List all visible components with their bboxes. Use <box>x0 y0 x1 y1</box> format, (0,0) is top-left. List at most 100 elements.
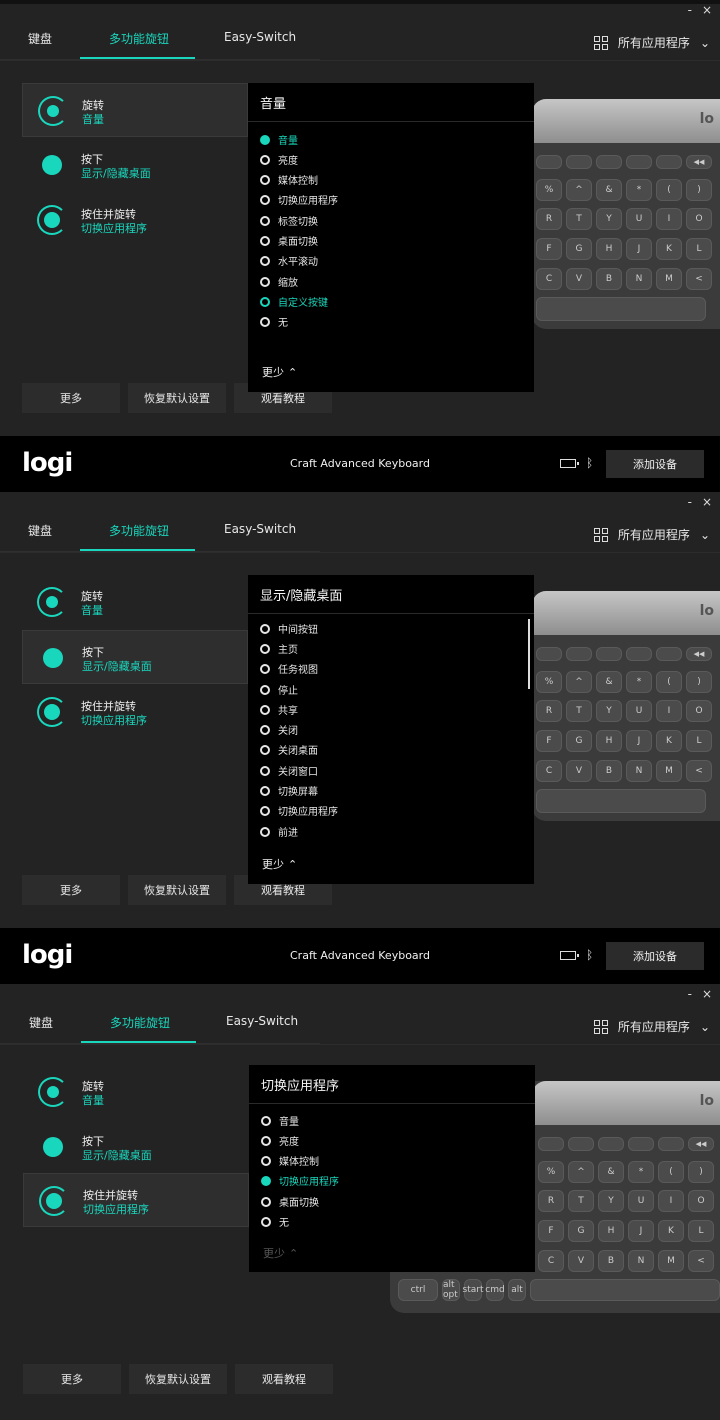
key-alt: alt <box>508 1279 526 1301</box>
key-row-fn: ◀◀ <box>536 155 712 169</box>
reset-defaults-button[interactable]: 恢复默认设置 <box>128 875 226 905</box>
close-button[interactable]: × <box>702 495 712 509</box>
add-device-button[interactable]: 添加设备 <box>606 450 704 478</box>
option-middle-button[interactable]: 中间按钮 <box>260 621 318 636</box>
option-media-control[interactable]: 媒体控制 <box>261 1153 319 1168</box>
option-switch-apps[interactable]: 切换应用程序 <box>260 803 338 818</box>
key-ctrl: ctrl <box>398 1279 438 1301</box>
option-close-desktop[interactable]: 关闭桌面 <box>260 742 318 757</box>
option-home[interactable]: 主页 <box>260 641 298 656</box>
key: C <box>536 268 562 290</box>
tab-keyboard[interactable]: 键盘 <box>28 30 52 47</box>
option-brightness[interactable]: 亮度 <box>261 1133 299 1148</box>
option-tab-switch[interactable]: 标签切换 <box>260 213 318 228</box>
option-label: 水平滚动 <box>278 257 318 268</box>
watch-tutorial-button[interactable]: 观看教程 <box>235 1364 333 1394</box>
tab-easy-switch[interactable]: Easy-Switch <box>224 522 296 536</box>
function-press-and-rotate[interactable]: 按住并旋转 切换应用程序 <box>23 1173 249 1227</box>
more-button[interactable]: 更多 <box>22 875 120 905</box>
option-share[interactable]: 共享 <box>260 702 298 717</box>
option-label: 桌面切换 <box>278 237 318 248</box>
key-start: start <box>463 1279 483 1301</box>
option-label: 共享 <box>278 706 298 717</box>
window-controls: - × <box>688 495 712 509</box>
option-stop[interactable]: 停止 <box>260 682 298 697</box>
option-none[interactable]: 无 <box>261 1214 289 1229</box>
radio-icon <box>261 1135 271 1146</box>
option-zoom[interactable]: 缩放 <box>260 274 298 289</box>
tab-easy-switch[interactable]: Easy-Switch <box>226 1014 298 1028</box>
key-row-top: RTYUIO <box>536 700 712 722</box>
minimize-button[interactable]: - <box>688 495 692 509</box>
app-selector[interactable]: 所有应用程序 ⌄ <box>593 1018 710 1035</box>
app-selector-label: 所有应用程序 <box>617 36 690 50</box>
function-rotate[interactable]: 旋转 音量 <box>22 575 248 629</box>
action-dropdown: 音量 音量 亮度 媒体控制 切换应用程序 标签切换 桌面切换 水平滚动 缩放 自… <box>248 83 534 392</box>
keyboard-top-bezel: lo <box>532 591 720 635</box>
option-custom-keystroke[interactable]: 自定义按键 <box>260 294 328 309</box>
key: Y <box>596 208 622 230</box>
option-forward[interactable]: 前进 <box>260 824 298 839</box>
add-device-button[interactable]: 添加设备 <box>606 942 704 970</box>
function-press[interactable]: 按下 显示/隐藏桌面 <box>22 138 248 192</box>
tab-keyboard[interactable]: 键盘 <box>28 522 52 539</box>
press-dial-icon <box>43 648 63 668</box>
tab-easy-switch[interactable]: Easy-Switch <box>224 30 296 44</box>
key: * <box>628 1161 654 1183</box>
function-press[interactable]: 按下 显示/隐藏桌面 <box>23 1120 249 1174</box>
option-volume[interactable]: 音量 <box>260 132 298 147</box>
minimize-button[interactable]: - <box>688 987 692 1001</box>
option-media-control[interactable]: 媒体控制 <box>260 172 318 187</box>
tab-multifunction-dial[interactable]: 多功能旋钮 <box>109 522 169 539</box>
minimize-button[interactable]: - <box>688 3 692 17</box>
tab-multifunction-dial[interactable]: 多功能旋钮 <box>110 1014 170 1031</box>
option-close[interactable]: 关闭 <box>260 722 298 737</box>
function-press[interactable]: 按下 显示/隐藏桌面 <box>22 630 248 684</box>
option-brightness[interactable]: 亮度 <box>260 152 298 167</box>
tab-multifunction-dial[interactable]: 多功能旋钮 <box>109 30 169 47</box>
option-none[interactable]: 无 <box>260 314 288 329</box>
option-label: 亮度 <box>278 156 298 167</box>
keyboard-logo: lo <box>699 603 714 619</box>
reset-defaults-button[interactable]: 恢复默认设置 <box>128 383 226 413</box>
function-rotate[interactable]: 旋转 音量 <box>23 1065 249 1119</box>
action-dropdown: 显示/隐藏桌面 中间按钮 主页 任务视图 停止 共享 关闭 关闭桌面 关闭窗口 … <box>248 575 534 884</box>
options-panel-2: - × 键盘 多功能旋钮 Easy-Switch 所有应用程序 ⌄ 旋转 音量 … <box>0 492 720 928</box>
radio-icon <box>260 684 270 695</box>
key: F <box>536 730 562 752</box>
key-row-top: RTYUIO <box>536 208 712 230</box>
key-row-fn: ◀◀ <box>536 647 712 661</box>
more-button[interactable]: 更多 <box>22 383 120 413</box>
option-volume[interactable]: 音量 <box>261 1113 299 1128</box>
tab-keyboard[interactable]: 键盘 <box>29 1014 53 1031</box>
option-switch-screen[interactable]: 切换屏幕 <box>260 783 318 798</box>
function-value: 切换应用程序 <box>81 714 147 727</box>
key: ) <box>688 1161 714 1183</box>
option-horizontal-scroll[interactable]: 水平滚动 <box>260 253 318 268</box>
reset-defaults-button[interactable]: 恢复默认设置 <box>129 1364 227 1394</box>
option-close-window[interactable]: 关闭窗口 <box>260 763 318 778</box>
key: F <box>536 238 562 260</box>
option-switch-apps[interactable]: 切换应用程序 <box>261 1173 339 1188</box>
show-less-button[interactable]: 更少 ⌃ <box>262 856 297 872</box>
function-press-and-rotate[interactable]: 按住并旋转 切换应用程序 <box>22 685 248 739</box>
close-button[interactable]: × <box>702 3 712 17</box>
show-less-button[interactable]: 更少 ⌃ <box>262 364 297 380</box>
key: B <box>598 1250 624 1272</box>
close-button[interactable]: × <box>702 987 712 1001</box>
option-desktop-switch[interactable]: 桌面切换 <box>261 1194 319 1209</box>
radio-icon <box>260 785 270 796</box>
option-desktop-switch[interactable]: 桌面切换 <box>260 233 318 248</box>
bluetooth-icon: ᛒ <box>586 456 594 470</box>
option-switch-apps[interactable]: 切换应用程序 <box>260 192 338 207</box>
dropdown-scrollbar[interactable] <box>528 619 530 689</box>
function-rotate[interactable]: 旋转 音量 <box>22 83 248 137</box>
option-task-view[interactable]: 任务视图 <box>260 661 318 676</box>
more-button[interactable]: 更多 <box>23 1364 121 1394</box>
show-less-button[interactable]: 更少 ⌃ <box>263 1245 298 1261</box>
function-press-and-rotate[interactable]: 按住并旋转 切换应用程序 <box>22 193 248 247</box>
key-row-numbers: % ^ & *() <box>536 179 712 201</box>
app-selector[interactable]: 所有应用程序 ⌄ <box>593 526 710 543</box>
app-selector[interactable]: 所有应用程序 ⌄ <box>593 34 710 51</box>
app-selector-label: 所有应用程序 <box>617 528 690 542</box>
